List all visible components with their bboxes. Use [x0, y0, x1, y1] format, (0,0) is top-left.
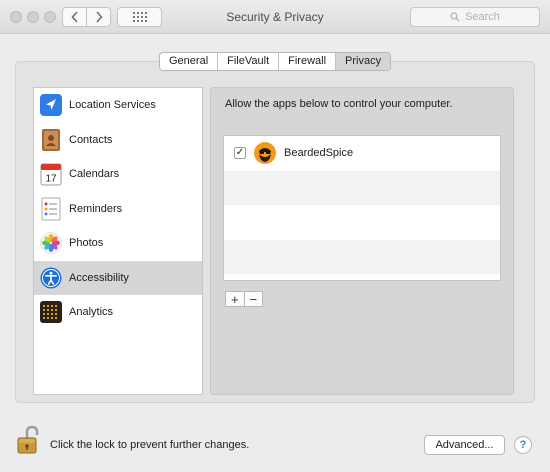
calendar-icon: 17: [39, 162, 63, 186]
search-field[interactable]: Search: [410, 7, 540, 27]
sidebar-item-calendars[interactable]: 17 Calendars: [34, 157, 202, 192]
sidebar-item-analytics[interactable]: Analytics: [34, 295, 202, 330]
list-item: [224, 274, 500, 280]
sidebar-item-photos[interactable]: Photos: [34, 226, 202, 261]
sidebar-item-label: Photos: [69, 237, 104, 250]
reminders-list-icon: [39, 197, 63, 221]
tab-firewall[interactable]: Firewall: [278, 53, 335, 70]
remove-app-button[interactable]: −: [243, 292, 263, 306]
analytics-grid-icon: [39, 300, 63, 324]
search-icon: [450, 12, 460, 22]
sidebar-item-contacts[interactable]: Contacts: [34, 123, 202, 158]
tab-filevault[interactable]: FileVault: [217, 53, 278, 70]
sidebar-item-accessibility[interactable]: Accessibility: [34, 260, 202, 295]
beardedspice-app-icon: [254, 142, 276, 165]
advanced-button[interactable]: Advanced...: [424, 435, 505, 455]
lock-status-text: Click the lock to prevent further change…: [50, 439, 250, 451]
tab-privacy[interactable]: Privacy: [335, 53, 391, 70]
contacts-book-icon: [39, 128, 63, 152]
add-remove-buttons: + −: [225, 291, 263, 307]
padlock-open-icon: [17, 425, 39, 454]
app-enable-checkbox[interactable]: ✓: [234, 147, 246, 160]
sidebar-item-label: Calendars: [69, 168, 120, 181]
help-button[interactable]: ?: [514, 436, 532, 454]
sidebar-item-location-services[interactable]: Location Services: [34, 88, 202, 123]
accessibility-person-icon: [39, 266, 63, 290]
privacy-category-list: Location Services Contacts 17 Calendars …: [33, 87, 203, 395]
apps-list: ✓ BeardedSpice: [223, 135, 501, 281]
lock-button[interactable]: [16, 425, 42, 455]
list-item: [224, 239, 500, 274]
app-name: BeardedSpice: [284, 147, 354, 160]
calendar-icon-date: 17: [45, 174, 57, 185]
add-app-button[interactable]: +: [226, 292, 244, 306]
sidebar-item-label: Analytics: [69, 306, 114, 319]
sidebar-item-label: Accessibility: [69, 271, 129, 284]
title-bar: Security & Privacy Search: [0, 0, 550, 34]
photos-flower-icon: [39, 231, 63, 255]
sidebar-item-label: Reminders: [69, 202, 123, 215]
panel-heading: Allow the apps below to control your com…: [225, 98, 453, 110]
sidebar-item-label: Contacts: [69, 133, 113, 146]
search-placeholder: Search: [465, 11, 500, 23]
list-item: [224, 205, 500, 240]
sidebar-item-reminders[interactable]: Reminders: [34, 192, 202, 227]
list-item[interactable]: ✓ BeardedSpice: [224, 136, 500, 171]
sidebar-item-label: Location Services: [69, 99, 156, 112]
location-arrow-icon: [39, 93, 63, 117]
list-item: [224, 170, 500, 205]
tab-general[interactable]: General: [160, 53, 217, 70]
tab-bar: General FileVault Firewall Privacy: [159, 52, 392, 71]
